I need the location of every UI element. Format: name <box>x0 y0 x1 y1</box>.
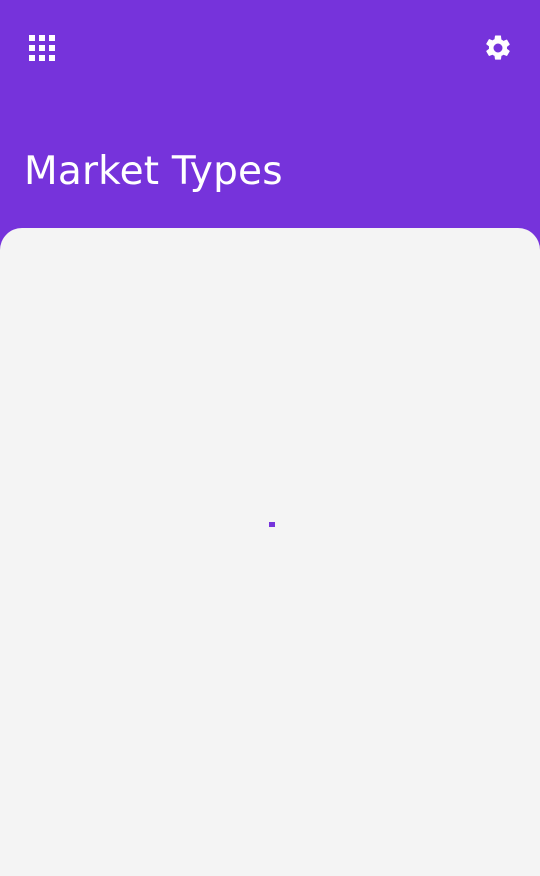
content-panel <box>0 228 540 876</box>
loading-spinner-icon <box>269 522 275 527</box>
settings-button[interactable] <box>474 24 522 72</box>
apps-menu-button[interactable] <box>18 24 66 72</box>
gear-icon <box>486 35 510 60</box>
page-title: Market Types <box>24 149 283 194</box>
apps-grid-icon <box>29 35 55 61</box>
app-bar <box>0 0 540 96</box>
app-screen: Market Types <box>0 0 540 876</box>
